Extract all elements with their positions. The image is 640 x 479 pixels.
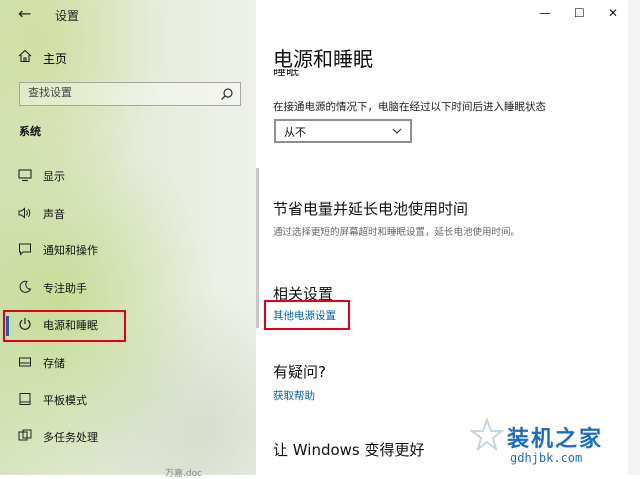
sidebar-item-label: 显示 bbox=[43, 170, 65, 183]
sidebar-item-home[interactable]: 主页 bbox=[0, 45, 256, 71]
sidebar-item-storage[interactable]: 存储 bbox=[0, 350, 256, 376]
app-title: 设置 bbox=[55, 9, 80, 23]
footer-fragment: 万嘉.doc bbox=[165, 469, 203, 479]
maximize-button[interactable]: ☐ bbox=[574, 6, 585, 20]
chevron-down-icon bbox=[392, 128, 402, 134]
watermark-url: gdhjbk.com bbox=[510, 451, 583, 465]
minimize-button[interactable]: — bbox=[539, 6, 551, 20]
sidebar-item-display[interactable]: 显示 bbox=[0, 163, 256, 189]
search-icon[interactable] bbox=[220, 87, 234, 101]
sleep-description: 在接通电源的情况下，电脑在经过以下时间后进入睡眠状态 bbox=[273, 101, 546, 113]
back-arrow-icon[interactable]: ← bbox=[18, 4, 31, 23]
adjacent-window-edge bbox=[628, 0, 640, 475]
close-button[interactable]: ✕ bbox=[608, 6, 618, 20]
sidebar-item-label: 声音 bbox=[43, 208, 65, 221]
highlight-box-link bbox=[264, 300, 350, 330]
watermark-name: 装机之家 bbox=[507, 427, 604, 452]
improve-windows-heading: 让 Windows 变得更好 bbox=[273, 441, 425, 459]
title-bar: ← 设置 bbox=[0, 0, 256, 30]
battery-description: 通过选择更短的屏幕超时和睡眠设置，延长电池使用时间。 bbox=[273, 227, 521, 238]
sidebar-item-label: 专注助手 bbox=[43, 282, 87, 295]
tablet-icon bbox=[19, 393, 31, 405]
battery-heading: 节省电量并延长电池使用时间 bbox=[273, 200, 469, 218]
get-help-link[interactable]: 获取帮助 bbox=[273, 388, 315, 403]
sidebar-item-label: 主页 bbox=[43, 52, 68, 66]
sidebar-item-sound[interactable]: 声音 bbox=[0, 201, 256, 227]
notification-icon bbox=[19, 243, 31, 256]
content-pane: — ☐ ✕ 电源和睡眠 睡眠 在接通电源的情况下，电脑在经过以下时间后进入睡眠状… bbox=[256, 0, 640, 475]
sidebar-item-notifications[interactable]: 通知和操作 bbox=[0, 237, 256, 263]
sidebar-item-tablet-mode[interactable]: 平板模式 bbox=[0, 387, 256, 413]
star-logo-icon bbox=[470, 418, 504, 452]
page-title: 电源和睡眠 bbox=[273, 47, 373, 71]
sleep-heading-partial: 睡眠 bbox=[273, 69, 300, 79]
sidebar: ← 设置 主页 系统 显示 声音 通知和操作 bbox=[0, 0, 256, 479]
moon-icon bbox=[19, 280, 32, 293]
watermark-logo: 装机之家 gdhjbk.com bbox=[470, 418, 640, 475]
help-heading: 有疑问? bbox=[273, 363, 326, 381]
multitask-icon bbox=[18, 429, 32, 441]
section-title: 系统 bbox=[19, 125, 41, 138]
sidebar-item-label: 存储 bbox=[43, 357, 65, 370]
sidebar-item-label: 多任务处理 bbox=[43, 431, 98, 444]
speaker-icon bbox=[18, 207, 31, 219]
sidebar-item-label: 通知和操作 bbox=[43, 244, 98, 257]
sleep-dropdown[interactable]: 从不 bbox=[274, 119, 412, 143]
scroll-indicator[interactable] bbox=[256, 168, 259, 328]
home-icon bbox=[18, 49, 32, 63]
sleep-dropdown-value: 从不 bbox=[284, 126, 306, 139]
monitor-icon bbox=[18, 169, 32, 182]
sidebar-item-label: 平板模式 bbox=[43, 394, 87, 407]
sidebar-item-focus-assist[interactable]: 专注助手 bbox=[0, 275, 256, 301]
search-box[interactable] bbox=[19, 82, 241, 106]
highlight-box-sidebar bbox=[3, 310, 126, 342]
search-input[interactable] bbox=[28, 86, 208, 99]
sidebar-item-multitasking[interactable]: 多任务处理 bbox=[0, 424, 256, 450]
storage-icon bbox=[19, 357, 31, 367]
